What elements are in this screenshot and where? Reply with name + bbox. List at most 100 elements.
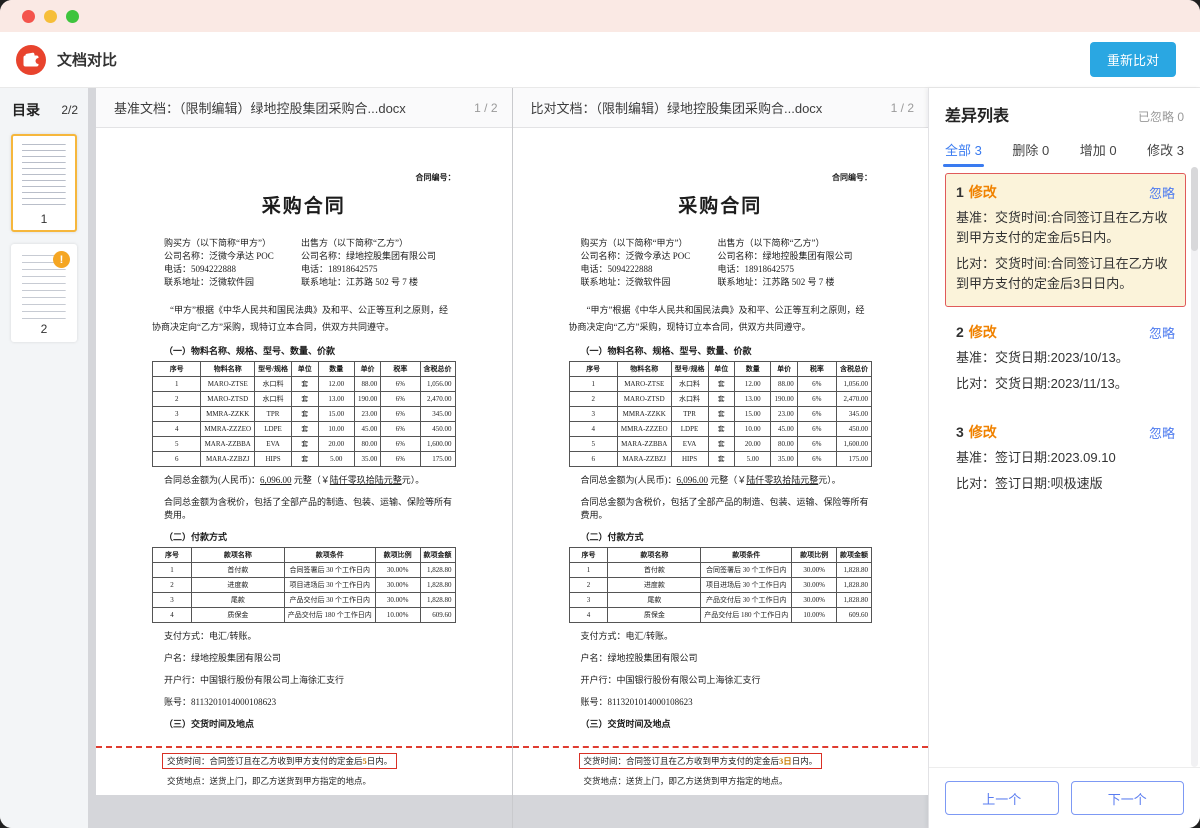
- cell: 套: [708, 422, 735, 437]
- cell: HIPS: [671, 452, 708, 467]
- ignore-link[interactable]: 忽略: [1149, 423, 1175, 442]
- table-header-cell: 税率: [797, 362, 836, 377]
- base-document-page-indicator: 1 / 2: [466, 101, 497, 115]
- contract-number-label: 合同编号：: [569, 172, 873, 183]
- table-header-cell: 型号/规格: [255, 362, 292, 377]
- delivery-time-diff-box[interactable]: 交货时间：合同签订且在乙方收到甲方支付的定金后3日日内。: [579, 753, 823, 769]
- diff-item-header: 2 修改 忽略: [956, 322, 1175, 342]
- party-b-line: 电话：18918642575: [301, 262, 455, 275]
- zoom-window-button[interactable]: [66, 10, 79, 23]
- diff-list-scrollbar[interactable]: [1191, 167, 1198, 767]
- cell: EVA: [671, 437, 708, 452]
- delivery-text: 日内。: [367, 756, 393, 766]
- payment-info-line: 支付方式：电汇/转账。: [569, 629, 873, 642]
- party-b-line: 公司名称：绿地控股集团有限公司: [718, 249, 872, 262]
- cell: 水口料: [255, 377, 292, 392]
- diff-type-badge: 修改: [969, 422, 997, 442]
- contract-number-label: 合同编号：: [152, 172, 456, 183]
- delivery-place-line: 交货地点：送货上门，即乙方送货到甲方指定的地点。: [162, 775, 472, 787]
- table-header-cell: 数量: [735, 362, 771, 377]
- page-thumbnail-1[interactable]: 1: [11, 134, 77, 232]
- section-heading: （一）物料名称、规格、型号、数量、价款: [569, 344, 873, 357]
- diff-list-title: 差异列表: [945, 102, 1009, 126]
- tab-all[interactable]: 全部 3: [945, 140, 982, 167]
- payment-info-line: 户名：绿地控股集团有限公司: [152, 651, 456, 664]
- cell: 4: [569, 422, 617, 437]
- cell: MMRA-ZZKK: [617, 407, 671, 422]
- compare-document-page[interactable]: 合同编号： 采购合同 购买方（以下简称“甲方”）公司名称：泛微今承达 POC电话…: [513, 128, 929, 795]
- diff-type-badge: 修改: [969, 182, 997, 202]
- prev-diff-button[interactable]: 上一个: [945, 781, 1059, 815]
- table-header-cell: 款项名称: [191, 548, 284, 563]
- warning-icon: !: [53, 251, 70, 268]
- cell: 80.00: [771, 437, 797, 452]
- cell: 175.00: [837, 452, 872, 467]
- cell: 套: [708, 407, 735, 422]
- delivery-text: 日内。: [792, 756, 818, 766]
- delivery-time-diff-box[interactable]: 交货时间：合同签订且在乙方收到甲方支付的定金后5日内。: [162, 753, 397, 769]
- close-window-button[interactable]: [22, 10, 35, 23]
- base-document-header: 基准文档：（限制编辑）绿地控股集团采购合...docx 1 / 2: [96, 88, 512, 128]
- cell: 1,600.00: [420, 437, 455, 452]
- cell: 30.00%: [375, 578, 420, 593]
- base-document-page[interactable]: 合同编号： 采购合同 购买方（以下简称“甲方”）公司名称：泛微今承达 POC电话…: [96, 128, 512, 795]
- diff-compare-text: 比对：交货日期:2023/11/13。: [956, 374, 1175, 394]
- minimize-window-button[interactable]: [44, 10, 57, 23]
- cell: MARA-ZZBZJ: [201, 452, 255, 467]
- cell: 套: [708, 452, 735, 467]
- cell: 30.00%: [375, 593, 420, 608]
- cell: 质保金: [608, 608, 701, 623]
- payment-info-line: 支付方式：电汇/转账。: [152, 629, 456, 642]
- app-logo-icon: [16, 45, 46, 75]
- diff-item-3[interactable]: 3 修改 忽略 基准：签订日期:2023.09.10 比对：签订日期:呗极速版: [945, 413, 1186, 507]
- cell: 1,056.00: [420, 377, 455, 392]
- cell: 质保金: [191, 608, 284, 623]
- cell: 首付款: [608, 563, 701, 578]
- tab-added[interactable]: 增加 0: [1080, 140, 1117, 167]
- cell: 尾款: [191, 593, 284, 608]
- recompare-button[interactable]: 重新比对: [1090, 42, 1176, 77]
- diff-position-dashed-line: [513, 746, 929, 748]
- cell: 450.00: [420, 422, 455, 437]
- cell: 水口料: [671, 392, 708, 407]
- cell: 合同签署后 30 个工作日内: [701, 563, 792, 578]
- tab-deleted[interactable]: 删除 0: [1012, 140, 1049, 167]
- window-titlebar: [0, 0, 1200, 32]
- next-diff-button[interactable]: 下一个: [1071, 781, 1185, 815]
- cell: MARO-ZTSE: [201, 377, 255, 392]
- table-row: 4MMRA-ZZZEOLDPE套10.0045.006%450.00: [569, 422, 872, 437]
- scrollbar-thumb[interactable]: [1191, 167, 1198, 251]
- diff-item-1[interactable]: 1 修改 忽略 基准：交货时间:合同签订且在乙方收到甲方支付的定金后5日内。 比…: [945, 173, 1186, 307]
- table-row: 6MARA-ZZBZJHIPS套5.0035.006%175.00: [153, 452, 456, 467]
- tab-modified[interactable]: 修改 3: [1147, 140, 1184, 167]
- cell: 6: [569, 452, 617, 467]
- table-row: 3尾款产品交付后 30 个工作日内30.00%1,828.80: [569, 593, 872, 608]
- table-row: 5MARA-ZZBBAEVA套20.0080.006%1,600.00: [569, 437, 872, 452]
- ignore-link[interactable]: 忽略: [1149, 183, 1175, 202]
- cell: 产品交付后 30 个工作日内: [701, 593, 792, 608]
- diff-item-2[interactable]: 2 修改 忽略 基准：交货日期:2023/10/13。 比对：交货日期:2023…: [945, 313, 1186, 407]
- diff-base-text: 基准：交货时间:合同签订且在乙方收到甲方支付的定金后5日内。: [956, 208, 1175, 248]
- diff-number: 2: [956, 324, 964, 340]
- cell: 3: [569, 407, 617, 422]
- cell: 6%: [797, 407, 836, 422]
- cell: HIPS: [255, 452, 292, 467]
- cell: 5.00: [318, 452, 354, 467]
- cell: 450.00: [837, 422, 872, 437]
- cell: 1,828.80: [420, 593, 455, 608]
- cell: 水口料: [671, 377, 708, 392]
- cell: 190.00: [771, 392, 797, 407]
- cell: 12.00: [318, 377, 354, 392]
- table-row: 1MARO-ZTSE水口料套12.0088.006%1,056.00: [569, 377, 872, 392]
- page-thumbnail-2[interactable]: ! 2: [11, 244, 77, 342]
- ignore-link[interactable]: 忽略: [1149, 323, 1175, 342]
- table-header-cell: 物料名称: [617, 362, 671, 377]
- amount-suffix: 元）。: [402, 475, 425, 485]
- diff-navigation: 上一个 下一个: [929, 767, 1200, 828]
- cell: 1,600.00: [837, 437, 872, 452]
- amount-suffix: 元）。: [818, 475, 841, 485]
- table-header-row: 序号物料名称型号/规格单位数量单价税率含税总价: [153, 362, 456, 377]
- materials-table: 序号物料名称型号/规格单位数量单价税率含税总价 1MARO-ZTSE水口料套12…: [569, 361, 873, 467]
- cell: 23.00: [354, 407, 380, 422]
- cell: 345.00: [420, 407, 455, 422]
